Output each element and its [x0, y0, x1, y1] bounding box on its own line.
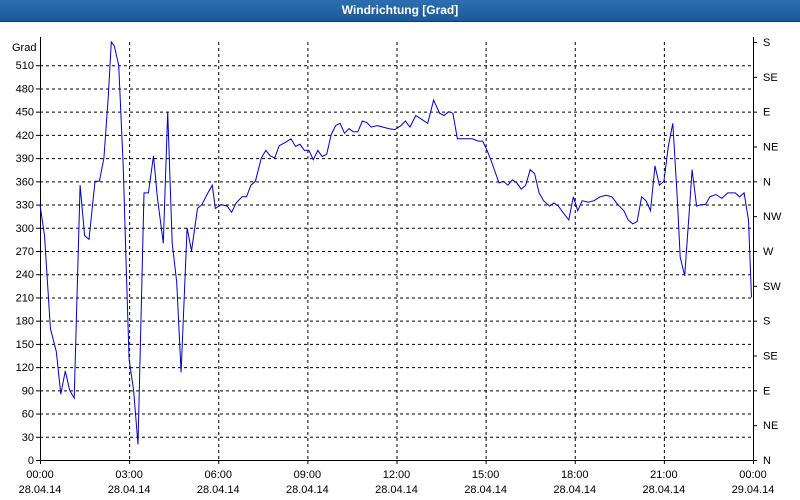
x-tick-time-7: 21:00 — [650, 469, 678, 481]
y-tick-label-450: 450 — [16, 107, 34, 119]
line-chart: Grad 0 30 60 90 120 150 180 210 240 270 300 330 360 3… — [12, 37, 782, 496]
y-tick-label-210: 210 — [16, 292, 34, 304]
x-tick-labels: 00:00 28.04.14 03:00 28.04.14 06:00 28.04.14 0… — [19, 469, 775, 496]
compass-label-5: SW — [763, 281, 781, 293]
wind-direction-series-line — [39, 40, 752, 445]
compass-label-7: NW — [763, 211, 782, 223]
x-tick-date-2: 28.04.14 — [197, 484, 240, 496]
y-tick-label-60: 60 — [22, 409, 34, 421]
x-tick-time-1: 03:00 — [115, 469, 143, 481]
x-tick-date-5: 28.04.14 — [464, 484, 507, 496]
x-tick-time-6: 18:00 — [561, 469, 589, 481]
x-tick-time-2: 06:00 — [204, 469, 232, 481]
title-bar: Windrichtung [Grad] — [0, 0, 800, 22]
compass-tick-labels: N NE E SE S SW W NW N NE E SE S — [763, 37, 782, 467]
y-tick-label-480: 480 — [16, 83, 34, 95]
x-tick-date-3: 28.04.14 — [286, 484, 329, 496]
y-tick-label-0: 0 — [28, 455, 34, 467]
y-tick-label-240: 240 — [16, 269, 34, 281]
compass-label-6: W — [763, 246, 774, 258]
x-tick-date-7: 28.04.14 — [642, 484, 685, 496]
x-tick-time-5: 15:00 — [472, 469, 500, 481]
y-tick-label-510: 510 — [16, 60, 34, 72]
axes — [36, 37, 757, 464]
x-tick-date-6: 28.04.14 — [553, 484, 596, 496]
y-tick-label-270: 270 — [16, 246, 34, 258]
x-tick-time-0: 00:00 — [26, 469, 54, 481]
y-tick-label-30: 30 — [22, 432, 34, 444]
y-tick-label-360: 360 — [16, 176, 34, 188]
x-tick-date-1: 28.04.14 — [108, 484, 151, 496]
x-tick-time-8: 00:00 — [739, 469, 767, 481]
x-tick-time-4: 12:00 — [383, 469, 411, 481]
y-tick-label-120: 120 — [16, 362, 34, 374]
y-tick-label-420: 420 — [16, 130, 34, 142]
grid — [40, 42, 754, 460]
x-tick-date-4: 28.04.14 — [375, 484, 418, 496]
y-axis-label: Grad — [12, 42, 36, 54]
y-tick-label-390: 390 — [16, 153, 34, 165]
compass-label-9: NE — [763, 142, 778, 154]
y-tick-label-330: 330 — [16, 200, 34, 212]
compass-label-0: N — [763, 455, 771, 467]
compass-label-3: SE — [763, 351, 778, 363]
x-tick-date-0: 28.04.14 — [19, 484, 62, 496]
compass-label-8: N — [763, 176, 771, 188]
x-tick-date-8: 29.04.14 — [732, 484, 775, 496]
compass-label-2: E — [763, 385, 770, 397]
x-tick-time-3: 09:00 — [294, 469, 322, 481]
compass-label-4: S — [763, 316, 770, 328]
y-tick-label-300: 300 — [16, 223, 34, 235]
compass-label-1: NE — [763, 420, 778, 432]
compass-label-11: SE — [763, 72, 778, 84]
y-tick-label-90: 90 — [22, 385, 34, 397]
y-tick-labels: 0 30 60 90 120 150 180 210 240 270 300 330 360 390 420… — [16, 60, 34, 467]
y-tick-label-150: 150 — [16, 339, 34, 351]
window-title: Windrichtung [Grad] — [341, 3, 459, 17]
compass-label-12: S — [763, 37, 770, 49]
y-tick-label-180: 180 — [16, 316, 34, 328]
compass-label-10: E — [763, 107, 770, 119]
